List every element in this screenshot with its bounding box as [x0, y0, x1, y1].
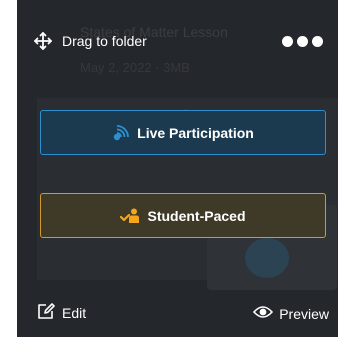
eye-icon — [253, 305, 274, 322]
live-participation-button[interactable]: Live Participation — [40, 110, 326, 155]
live-participation-label: Live Participation — [137, 124, 254, 141]
more-dot — [312, 35, 323, 47]
student-paced-label: Student-Paced — [147, 207, 246, 224]
lesson-card: States of Matter Lesson May 2, 2022 · 3M… — [17, 0, 338, 337]
student-paced-button[interactable]: Student-Paced — [40, 193, 326, 238]
thumbnail-character — [245, 238, 289, 278]
edit-label: Edit — [62, 304, 87, 321]
drag-to-folder-label: Drag to folder — [62, 33, 147, 49]
edit-button[interactable]: Edit — [37, 303, 86, 322]
preview-button[interactable]: Preview — [253, 305, 329, 322]
broadcast-icon — [112, 124, 130, 141]
student-paced-icon — [120, 208, 140, 224]
preview-label: Preview — [279, 305, 329, 322]
card-top-bar: Drag to folder — [17, 0, 338, 78]
more-dot — [297, 35, 308, 47]
edit-icon — [37, 303, 55, 322]
more-horizontal-icon — [282, 35, 293, 47]
drag-to-folder-handle[interactable]: Drag to folder — [33, 31, 147, 51]
move-icon — [33, 31, 53, 51]
more-options-button[interactable] — [282, 34, 330, 48]
